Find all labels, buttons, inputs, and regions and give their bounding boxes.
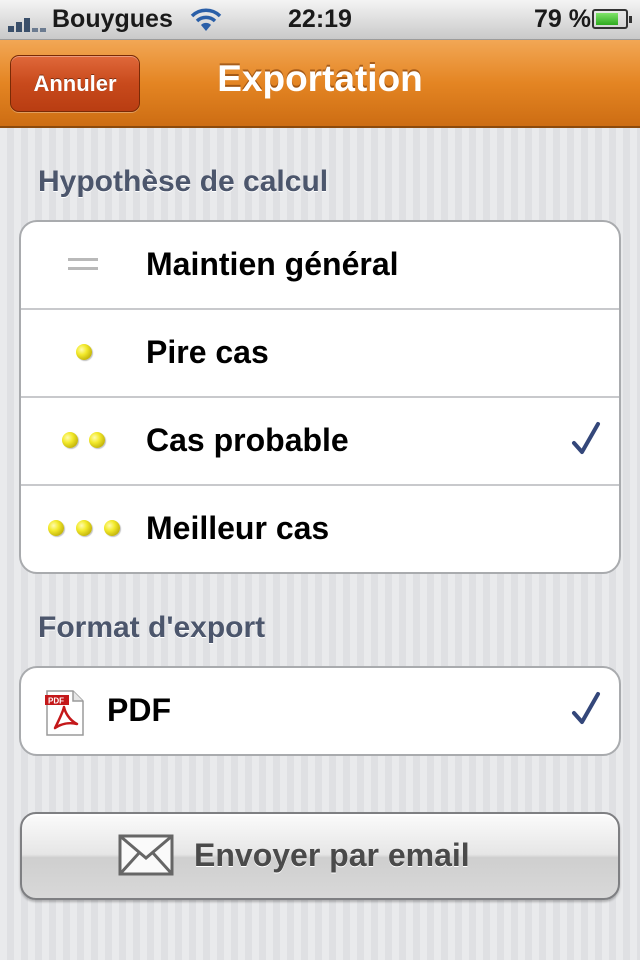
checkmark-icon xyxy=(572,692,600,724)
one-ball-icon xyxy=(21,310,131,398)
battery-icon xyxy=(592,9,632,29)
format-option-pdf[interactable]: PDF PDF xyxy=(21,668,619,754)
status-bar: Bouygues 22:19 79 % xyxy=(0,0,640,40)
checkmark-icon xyxy=(572,422,600,454)
navigation-bar: Annuler Exportation xyxy=(0,40,640,128)
page-title: Exportation xyxy=(0,58,640,100)
two-balls-icon xyxy=(21,398,131,486)
envelope-icon xyxy=(118,834,174,876)
format-label: PDF xyxy=(107,692,171,728)
equals-icon xyxy=(68,258,98,272)
option-label: Cas probable xyxy=(146,422,349,458)
option-maintien-general[interactable]: Maintien général xyxy=(21,222,619,310)
section-header-format: Format d'export xyxy=(38,611,266,644)
export-screen: Bouygues 22:19 79 % Annuler Exportation … xyxy=(0,0,640,960)
option-meilleur-cas[interactable]: Meilleur cas xyxy=(21,486,619,572)
option-pire-cas[interactable]: Pire cas xyxy=(21,310,619,398)
send-email-button[interactable]: Envoyer par email xyxy=(20,812,620,900)
send-email-label: Envoyer par email xyxy=(194,837,470,873)
option-label: Maintien général xyxy=(146,246,399,282)
three-balls-icon xyxy=(21,486,131,572)
option-label: Pire cas xyxy=(146,334,269,370)
battery-percent: 79 % xyxy=(534,5,591,33)
option-cas-probable[interactable]: Cas probable xyxy=(21,398,619,486)
svg-text:PDF: PDF xyxy=(48,697,64,706)
hypothesis-list: Maintien général Pire cas Cas probable M… xyxy=(19,220,621,574)
format-list: PDF PDF xyxy=(19,666,621,756)
section-header-hypothesis: Hypothèse de calcul xyxy=(38,165,329,198)
pdf-icon: PDF xyxy=(45,690,84,736)
page-title-text: Exportation xyxy=(217,58,423,99)
option-label: Meilleur cas xyxy=(146,510,330,546)
